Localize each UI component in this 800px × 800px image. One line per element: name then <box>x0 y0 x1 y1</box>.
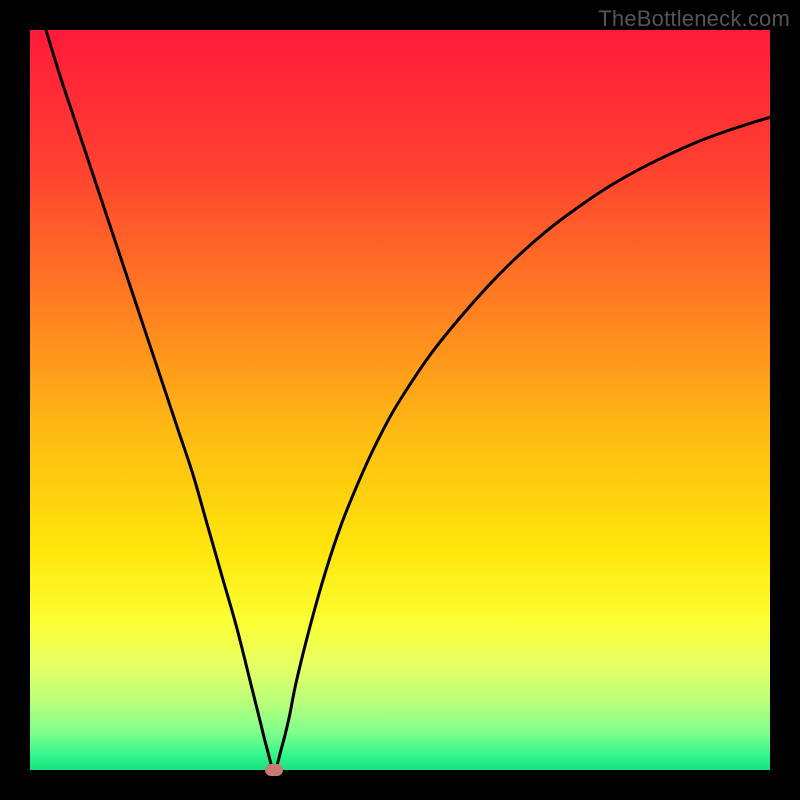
plot-area <box>30 30 770 770</box>
watermark-text: TheBottleneck.com <box>598 6 790 32</box>
bottleneck-curve <box>30 30 770 770</box>
optimal-marker <box>265 764 283 776</box>
chart-frame: TheBottleneck.com <box>0 0 800 800</box>
